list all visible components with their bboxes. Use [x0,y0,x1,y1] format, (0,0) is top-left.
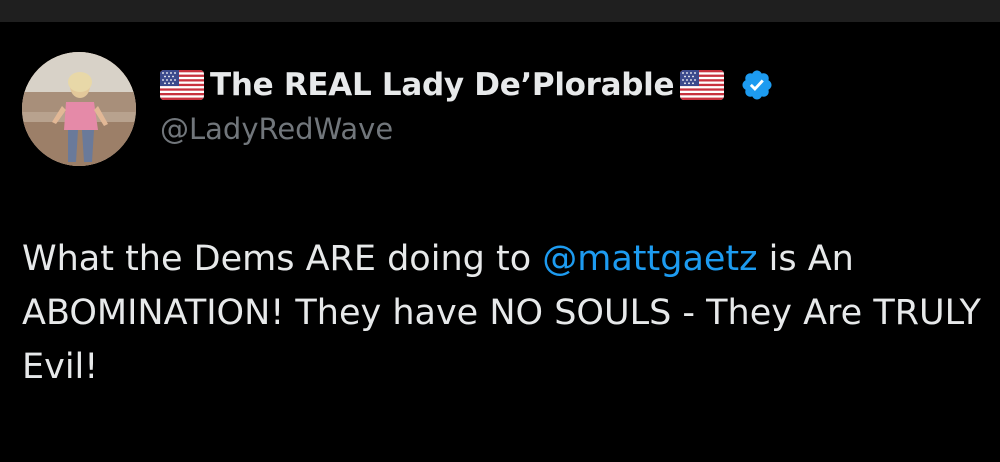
us-flag-icon [160,70,204,100]
author-name-row[interactable]: The REAL Lady De’Plorable [160,64,774,106]
tweet-text-before-mention: What the Dems ARE doing to [22,239,543,279]
us-flag-icon [680,70,725,100]
author-display-name[interactable]: The REAL Lady De’Plorable [210,67,675,103]
mention-link[interactable]: @mattgaetz [542,239,757,279]
avatar[interactable] [22,52,136,166]
tweet-text: What the Dems ARE doing to @mattgaetz is… [22,232,982,394]
avatar-photo [22,52,136,166]
top-status-bar [0,0,1000,22]
verified-badge-icon[interactable] [740,68,774,102]
author-handle[interactable]: @LadyRedWave [160,112,393,146]
